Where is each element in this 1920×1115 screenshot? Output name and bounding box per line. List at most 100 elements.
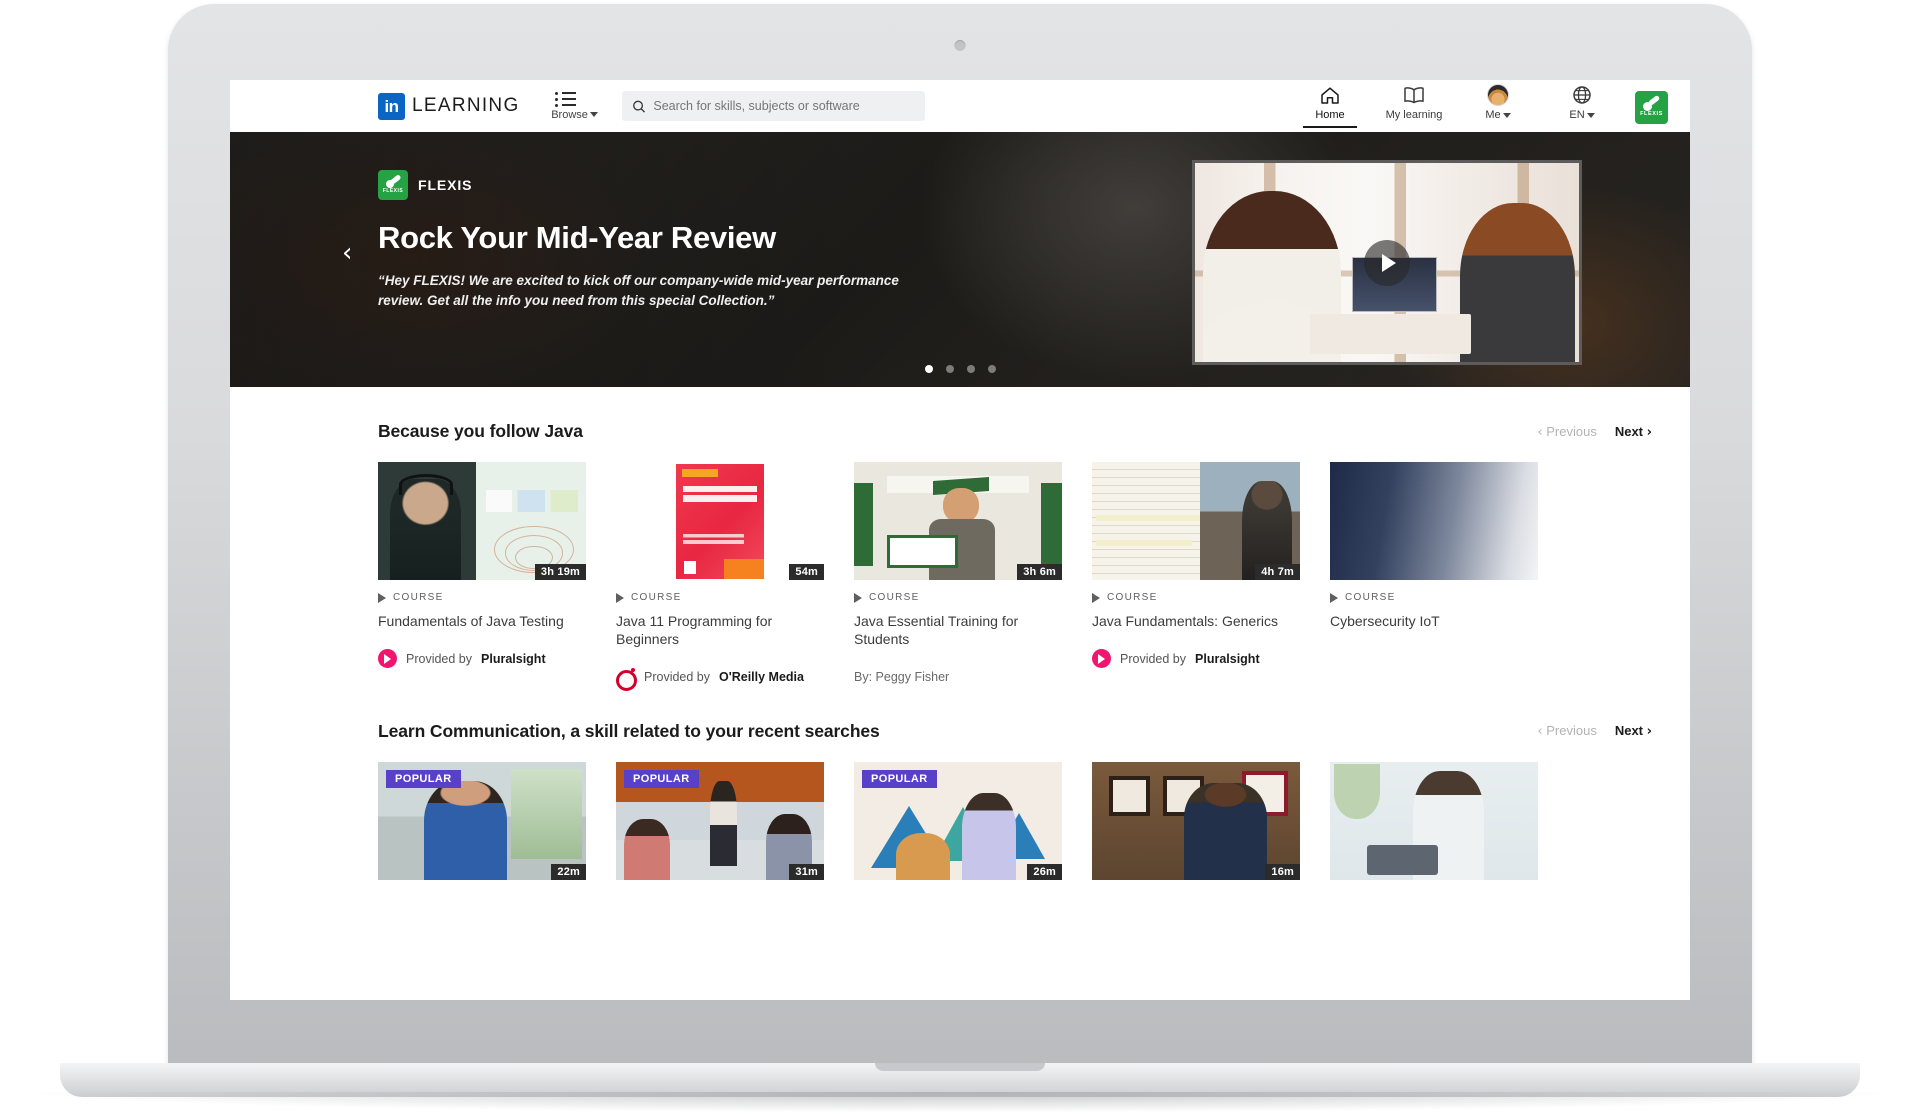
section-pagination: ‹ Previous Next › [1537, 723, 1652, 739]
course-thumbnail[interactable] [1330, 761, 1538, 880]
course-card[interactable]: POPULAR 31m [616, 761, 824, 880]
learning-wordmark: LEARNING [412, 95, 520, 116]
nav-item-me[interactable]: Me [1467, 84, 1529, 128]
popular-badge: POPULAR [386, 769, 461, 788]
content-type-label: COURSE [1107, 592, 1158, 603]
hero-dot-2[interactable] [945, 365, 954, 373]
content-type: COURSE [378, 592, 586, 603]
course-thumbnail[interactable]: 16m [1092, 761, 1300, 880]
home-icon [1299, 84, 1361, 106]
hero-dot-1[interactable] [924, 365, 933, 373]
section-title: Because you follow Java [378, 421, 583, 441]
content-type-label: COURSE [1345, 592, 1396, 603]
nav-item-home-label: Home [1315, 109, 1345, 121]
section-previous-button[interactable]: ‹ Previous [1537, 424, 1596, 440]
section-header-java: Because you follow Java ‹ Previous Next … [378, 421, 1690, 442]
card-row-java: 3h 19m COURSE Fundamentals of Java Testi… [378, 462, 1690, 691]
search-input[interactable] [653, 99, 915, 113]
chevron-right-icon: › [1646, 724, 1652, 740]
nav-item-language-label: EN [1551, 109, 1613, 121]
hero-dot-3[interactable] [966, 365, 975, 373]
chevron-left-icon: ‹ [1537, 724, 1543, 740]
provider-name: O'Reilly Media [719, 670, 804, 685]
course-thumbnail[interactable]: 3h 19m [378, 462, 586, 580]
pluralsight-logo-icon [378, 649, 397, 669]
linkedin-learning-logo[interactable]: in LEARNING [378, 92, 520, 120]
popular-badge: POPULAR [624, 769, 699, 788]
nav-right-group: Home My learning Me EN FLEXIS [1299, 84, 1670, 128]
content-type-label: COURSE [869, 592, 920, 603]
section-previous-button[interactable]: ‹ Previous [1537, 723, 1596, 739]
hero-video-thumbnail[interactable] [1192, 160, 1582, 365]
flexis-badge-text: FLEXIS [382, 187, 404, 194]
hero-dot-4[interactable] [987, 365, 996, 373]
provider-prefix: Provided by [406, 651, 473, 666]
section-header-communication: Learn Communication, a skill related to … [378, 721, 1690, 742]
laptop-camera-icon [954, 40, 966, 51]
play-icon[interactable] [1364, 239, 1410, 286]
play-icon [616, 592, 624, 603]
flexis-badge-icon: FLEXIS [378, 170, 408, 200]
course-card[interactable]: 4h 7m COURSE Java Fundamentals: Generics… [1092, 462, 1300, 687]
course-card[interactable] [1330, 761, 1538, 880]
course-thumbnail[interactable]: 4h 7m [1092, 462, 1300, 580]
list-icon [546, 91, 604, 107]
section-title: Learn Communication, a skill related to … [378, 720, 880, 741]
chevron-down-icon [589, 112, 598, 118]
popular-badge: POPULAR [862, 769, 937, 788]
course-title[interactable]: Cybersecurity IoT [1330, 612, 1538, 630]
content-type: COURSE [1330, 592, 1538, 603]
course-provider: Provided by Pluralsight [1092, 649, 1300, 669]
nav-item-home[interactable]: Home [1299, 84, 1361, 128]
course-card[interactable]: 54m COURSE Java 11 Programming for Begin… [616, 462, 824, 691]
org-badge-flexis[interactable]: FLEXIS [1635, 91, 1668, 124]
provider-prefix: Provided by [644, 670, 711, 685]
hero-carousel-dots [230, 365, 1690, 373]
browse-label: Browse [546, 109, 604, 121]
course-card[interactable]: 16m [1092, 761, 1300, 880]
course-author: By: Peggy Fisher [854, 669, 950, 684]
course-thumbnail[interactable] [1330, 462, 1538, 580]
nav-item-me-label: Me [1467, 109, 1529, 121]
provider-prefix: Provided by [1120, 651, 1187, 666]
duration-badge: 26m [1027, 863, 1062, 880]
course-thumbnail[interactable]: POPULAR 22m [378, 761, 586, 880]
card-row-communication: POPULAR 22m POPULAR 31m POPULAR 26m 16m [378, 761, 1690, 880]
hero-subtitle: “Hey FLEXIS! We are excited to kick off … [378, 273, 899, 308]
oreilly-logo-icon [616, 667, 637, 691]
chevron-down-icon [1586, 112, 1595, 118]
course-thumbnail[interactable]: 3h 6m [854, 462, 1062, 580]
main-content: Because you follow Java ‹ Previous Next … [230, 421, 1690, 880]
course-card[interactable]: POPULAR 26m [854, 761, 1062, 880]
nav-item-my-learning[interactable]: My learning [1383, 84, 1445, 128]
duration-badge: 22m [551, 863, 586, 880]
browse-menu[interactable]: Browse [546, 91, 604, 121]
course-thumbnail[interactable]: POPULAR 26m [854, 761, 1062, 880]
course-card[interactable]: 3h 6m COURSE Java Essential Training for… [854, 462, 1062, 687]
course-title[interactable]: Java Essential Training for Students [854, 612, 1062, 649]
search-icon [632, 100, 645, 113]
course-thumbnail[interactable]: POPULAR 31m [616, 761, 824, 880]
course-card[interactable]: COURSE Cybersecurity IoT [1330, 462, 1538, 687]
duration-badge: 3h 19m [534, 564, 586, 580]
course-thumbnail[interactable]: 54m [616, 462, 824, 580]
course-card[interactable]: POPULAR 22m [378, 761, 586, 880]
chevron-right-icon: › [1646, 424, 1652, 440]
play-icon [1330, 592, 1338, 603]
search-bar[interactable] [621, 91, 925, 121]
course-card[interactable]: 3h 19m COURSE Fundamentals of Java Testi… [378, 462, 586, 687]
play-icon [854, 592, 862, 603]
duration-badge: 31m [789, 863, 824, 880]
org-badge-label: FLEXIS [1640, 111, 1663, 117]
content-type-label: COURSE [393, 592, 444, 603]
top-navigation-bar: in LEARNING Browse Search for skills, su… [230, 80, 1690, 132]
chevron-left-icon: ‹ [1537, 424, 1543, 440]
section-next-button[interactable]: Next › [1615, 723, 1652, 739]
course-title[interactable]: Fundamentals of Java Testing [378, 612, 586, 630]
nav-item-language[interactable]: EN [1551, 84, 1613, 128]
section-next-button[interactable]: Next › [1615, 424, 1652, 440]
course-title[interactable]: Java Fundamentals: Generics [1092, 612, 1300, 630]
content-type: COURSE [854, 592, 1062, 603]
pluralsight-logo-icon [1092, 649, 1111, 669]
course-title[interactable]: Java 11 Programming for Beginners [616, 612, 824, 649]
